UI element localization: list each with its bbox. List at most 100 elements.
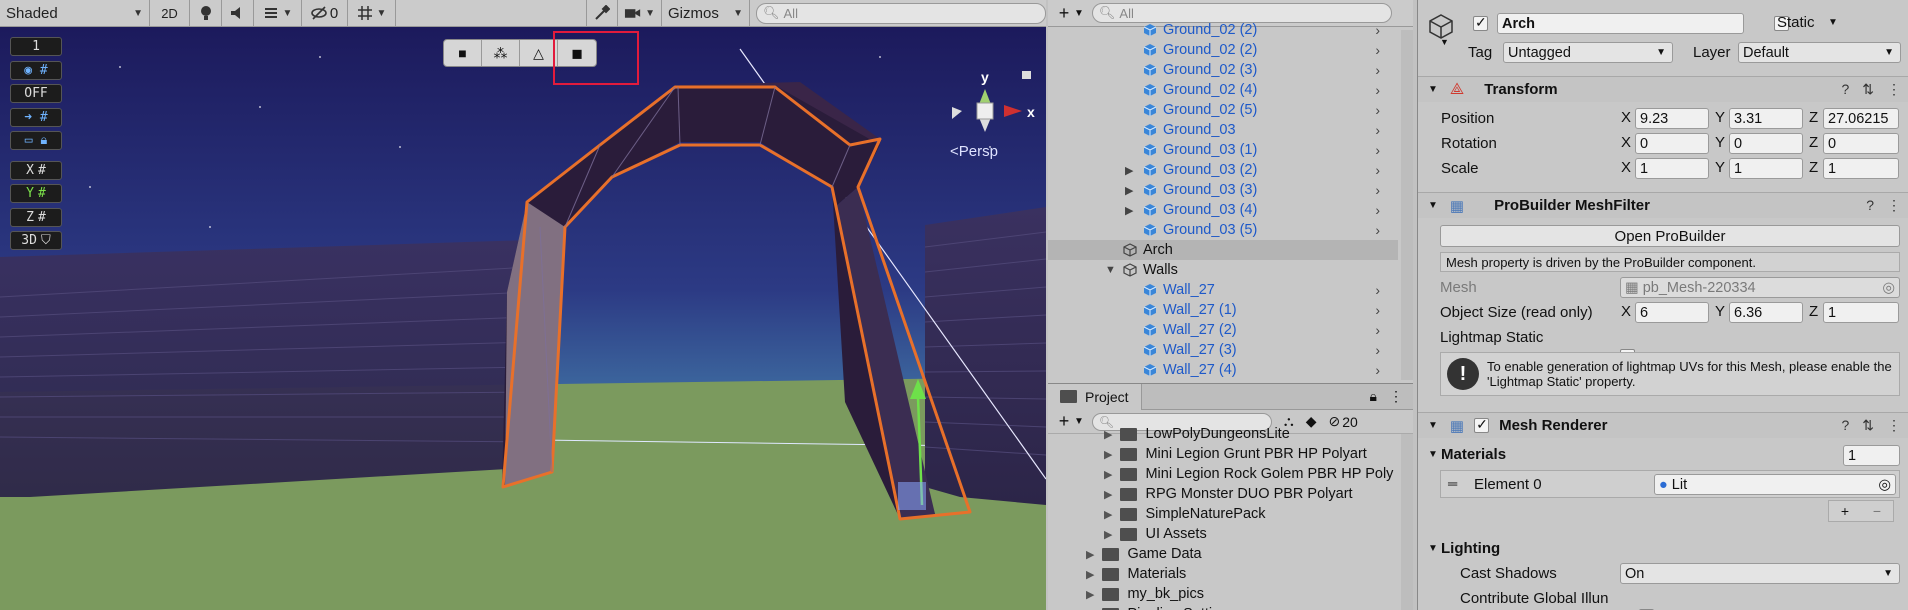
z-snap-toggle[interactable]: Z # bbox=[10, 208, 62, 227]
transform-header[interactable]: ▼ ⟁ Transform ? ⇅ ⋮ bbox=[1418, 76, 1908, 102]
object-mode-button[interactable]: ■ bbox=[444, 40, 482, 66]
project-folder-item[interactable]: ▶ LowPolyDungeonsLite bbox=[1048, 424, 1290, 444]
open-prefab-chevron-icon[interactable]: › bbox=[1375, 142, 1380, 158]
project-scrollbar[interactable] bbox=[1401, 434, 1413, 610]
expand-arrow-icon[interactable]: ▶ bbox=[1104, 468, 1112, 481]
shading-mode-dropdown[interactable]: Shaded ▼ bbox=[0, 0, 150, 27]
scale-y-field[interactable]: 1 bbox=[1729, 158, 1803, 179]
open-prefab-chevron-icon[interactable]: › bbox=[1375, 182, 1380, 198]
open-probuilder-button[interactable]: Open ProBuilder bbox=[1440, 225, 1900, 247]
rotation-x-field[interactable]: 0 bbox=[1635, 133, 1709, 154]
expand-arrow-icon[interactable]: ▶ bbox=[1086, 548, 1094, 561]
expand-arrow-icon[interactable]: ▶ bbox=[1104, 488, 1112, 501]
hierarchy-item[interactable]: Ground_02 (5) › bbox=[1048, 100, 1398, 120]
open-prefab-chevron-icon[interactable]: › bbox=[1375, 302, 1380, 318]
expand-arrow-icon[interactable]: ▶ bbox=[1104, 508, 1112, 521]
layer-dropdown[interactable]: Default ▼ bbox=[1738, 42, 1901, 63]
active-checkbox[interactable] bbox=[1473, 14, 1488, 31]
project-folder-item[interactable]: ▶ UI Assets bbox=[1048, 524, 1207, 544]
project-folder-item[interactable]: ▶ Mini Legion Grunt PBR HP Polyart bbox=[1048, 444, 1367, 464]
position-z-field[interactable]: 27.06215 bbox=[1823, 108, 1899, 129]
hierarchy-item[interactable]: ▶ Ground_03 (3) › bbox=[1048, 180, 1398, 200]
more-icon[interactable]: ⋮ bbox=[1887, 197, 1901, 214]
audio-toggle-button[interactable] bbox=[222, 0, 254, 27]
hierarchy-item[interactable]: Ground_03 › bbox=[1048, 120, 1398, 140]
visibility-grid-toggle[interactable]: ◉ # bbox=[10, 61, 62, 80]
toggle-off-button[interactable]: OFF bbox=[10, 84, 62, 103]
y-field[interactable]: 6.36 bbox=[1729, 302, 1803, 323]
tools-button[interactable] bbox=[586, 0, 618, 27]
scene-search-input[interactable]: 🔍︎ All bbox=[756, 2, 1046, 24]
open-prefab-chevron-icon[interactable]: › bbox=[1375, 62, 1380, 78]
hierarchy-item[interactable]: ▶ Ground_03 (2) › bbox=[1048, 160, 1398, 180]
vertex-mode-button[interactable]: ⁂ bbox=[482, 40, 520, 66]
remove-element-button[interactable]: − bbox=[1873, 503, 1881, 519]
gizmos-dropdown[interactable]: Gizmos ▼ bbox=[662, 0, 750, 27]
foldout-icon[interactable]: ▼ bbox=[1428, 543, 1438, 554]
add-element-button[interactable]: + bbox=[1841, 503, 1849, 519]
x-snap-toggle[interactable]: X # bbox=[10, 161, 62, 180]
open-prefab-chevron-icon[interactable]: › bbox=[1375, 222, 1380, 238]
more-icon[interactable]: ⋮ bbox=[1887, 81, 1901, 98]
materials-count-field[interactable]: 1 bbox=[1843, 445, 1900, 466]
project-tab[interactable]: Project bbox=[1048, 384, 1142, 410]
hierarchy-item[interactable]: ▶ Ground_03 (4) › bbox=[1048, 200, 1398, 220]
open-prefab-chevron-icon[interactable]: › bbox=[1375, 122, 1380, 138]
hierarchy-scrollbar[interactable] bbox=[1401, 30, 1413, 380]
chevron-down-icon[interactable]: ▼ bbox=[1440, 37, 1449, 47]
open-prefab-chevron-icon[interactable]: › bbox=[1375, 282, 1380, 298]
open-prefab-chevron-icon[interactable]: › bbox=[1375, 82, 1380, 98]
expand-arrow-icon[interactable]: ▶ bbox=[1104, 528, 1112, 541]
open-prefab-chevron-icon[interactable]: › bbox=[1375, 322, 1380, 338]
label-tag-icon[interactable]: ◆ bbox=[1306, 413, 1317, 430]
2d-toggle-button[interactable]: 2D bbox=[150, 0, 190, 27]
more-icon[interactable]: ⋮ bbox=[1389, 388, 1403, 405]
hierarchy-item[interactable]: Wall_27 (1) › bbox=[1048, 300, 1398, 320]
expand-arrow-icon[interactable]: ▶ bbox=[1125, 164, 1133, 177]
help-icon[interactable]: ? bbox=[1841, 81, 1849, 98]
grid-dropdown[interactable]: ▼ bbox=[348, 0, 396, 27]
lock-icon[interactable]: 🔒︎ bbox=[1370, 388, 1377, 405]
hierarchy-item[interactable]: Ground_02 (2) › bbox=[1048, 20, 1398, 40]
hierarchy-item[interactable]: Ground_02 (4) › bbox=[1048, 80, 1398, 100]
foldout-icon[interactable]: ▼ bbox=[1428, 449, 1438, 460]
chevron-down-icon[interactable]: ▼ bbox=[1828, 17, 1838, 28]
meshfilter-header[interactable]: ▼ ▦ ProBuilder MeshFilter ? ⋮ bbox=[1418, 192, 1908, 218]
preset-icon[interactable]: ⇅ bbox=[1862, 81, 1874, 98]
more-icon[interactable]: ⋮ bbox=[1887, 417, 1901, 434]
open-prefab-chevron-icon[interactable]: › bbox=[1375, 362, 1380, 378]
expand-arrow-icon[interactable]: ▶ bbox=[1125, 204, 1133, 217]
expand-arrow-icon[interactable]: ▶ bbox=[1086, 568, 1094, 581]
project-folder-item[interactable]: ▶ Materials bbox=[1048, 564, 1186, 584]
scene-visibility-button[interactable]: 0 bbox=[302, 0, 348, 27]
project-folder-item[interactable]: ▶ Mini Legion Rock Golem PBR HP Poly bbox=[1048, 464, 1393, 484]
project-folder-item[interactable]: ▶ RPG Monster DUO PBR Polyart bbox=[1048, 484, 1353, 504]
hierarchy-item[interactable]: Ground_03 (5) › bbox=[1048, 220, 1398, 240]
project-folder-item[interactable]: ▶ Game Data bbox=[1048, 544, 1202, 564]
open-prefab-chevron-icon[interactable]: › bbox=[1375, 42, 1380, 58]
collapse-arrow-icon[interactable]: ▼ bbox=[1105, 264, 1116, 276]
help-icon[interactable]: ? bbox=[1866, 197, 1874, 214]
drag-handle-icon[interactable]: ═ bbox=[1448, 476, 1457, 491]
open-prefab-chevron-icon[interactable]: › bbox=[1375, 202, 1380, 218]
scene-viewport[interactable]: y x 1 ◉ # OFF ➜ # ▭ 🔒︎ X # Y # Z # 3D ⛉ ■ ⁂ … bbox=[0, 27, 1046, 610]
lock-snap-toggle[interactable]: ▭ 🔒︎ bbox=[10, 131, 62, 150]
hierarchy-item[interactable]: Arch bbox=[1048, 240, 1398, 260]
z-field[interactable]: 1 bbox=[1823, 302, 1899, 323]
scene-view[interactable]: Shaded ▼ 2D ▼ 0 ▼ ▼ Gizmos ▼ 🔍︎ All y x … bbox=[0, 0, 1046, 610]
expand-arrow-icon[interactable]: ▶ bbox=[1104, 448, 1112, 461]
preset-icon[interactable]: ⇅ bbox=[1862, 417, 1874, 434]
scale-x-field[interactable]: 1 bbox=[1635, 158, 1709, 179]
y-snap-toggle[interactable]: Y # bbox=[10, 184, 62, 203]
effects-dropdown[interactable]: ▼ bbox=[254, 0, 302, 27]
open-prefab-chevron-icon[interactable]: › bbox=[1375, 22, 1380, 38]
lighting-toggle-button[interactable] bbox=[190, 0, 222, 27]
rotation-y-field[interactable]: 0 bbox=[1729, 133, 1803, 154]
open-prefab-chevron-icon[interactable]: › bbox=[1375, 162, 1380, 178]
rotation-z-field[interactable]: 0 bbox=[1823, 133, 1899, 154]
open-prefab-chevron-icon[interactable]: › bbox=[1375, 102, 1380, 118]
mesh-renderer-enabled-checkbox[interactable] bbox=[1474, 416, 1490, 433]
hierarchy-item[interactable]: Wall_27 (2) › bbox=[1048, 320, 1398, 340]
help-icon[interactable]: ? bbox=[1841, 417, 1849, 434]
project-folder-item[interactable]: ▶ SimpleNaturePack bbox=[1048, 504, 1266, 524]
